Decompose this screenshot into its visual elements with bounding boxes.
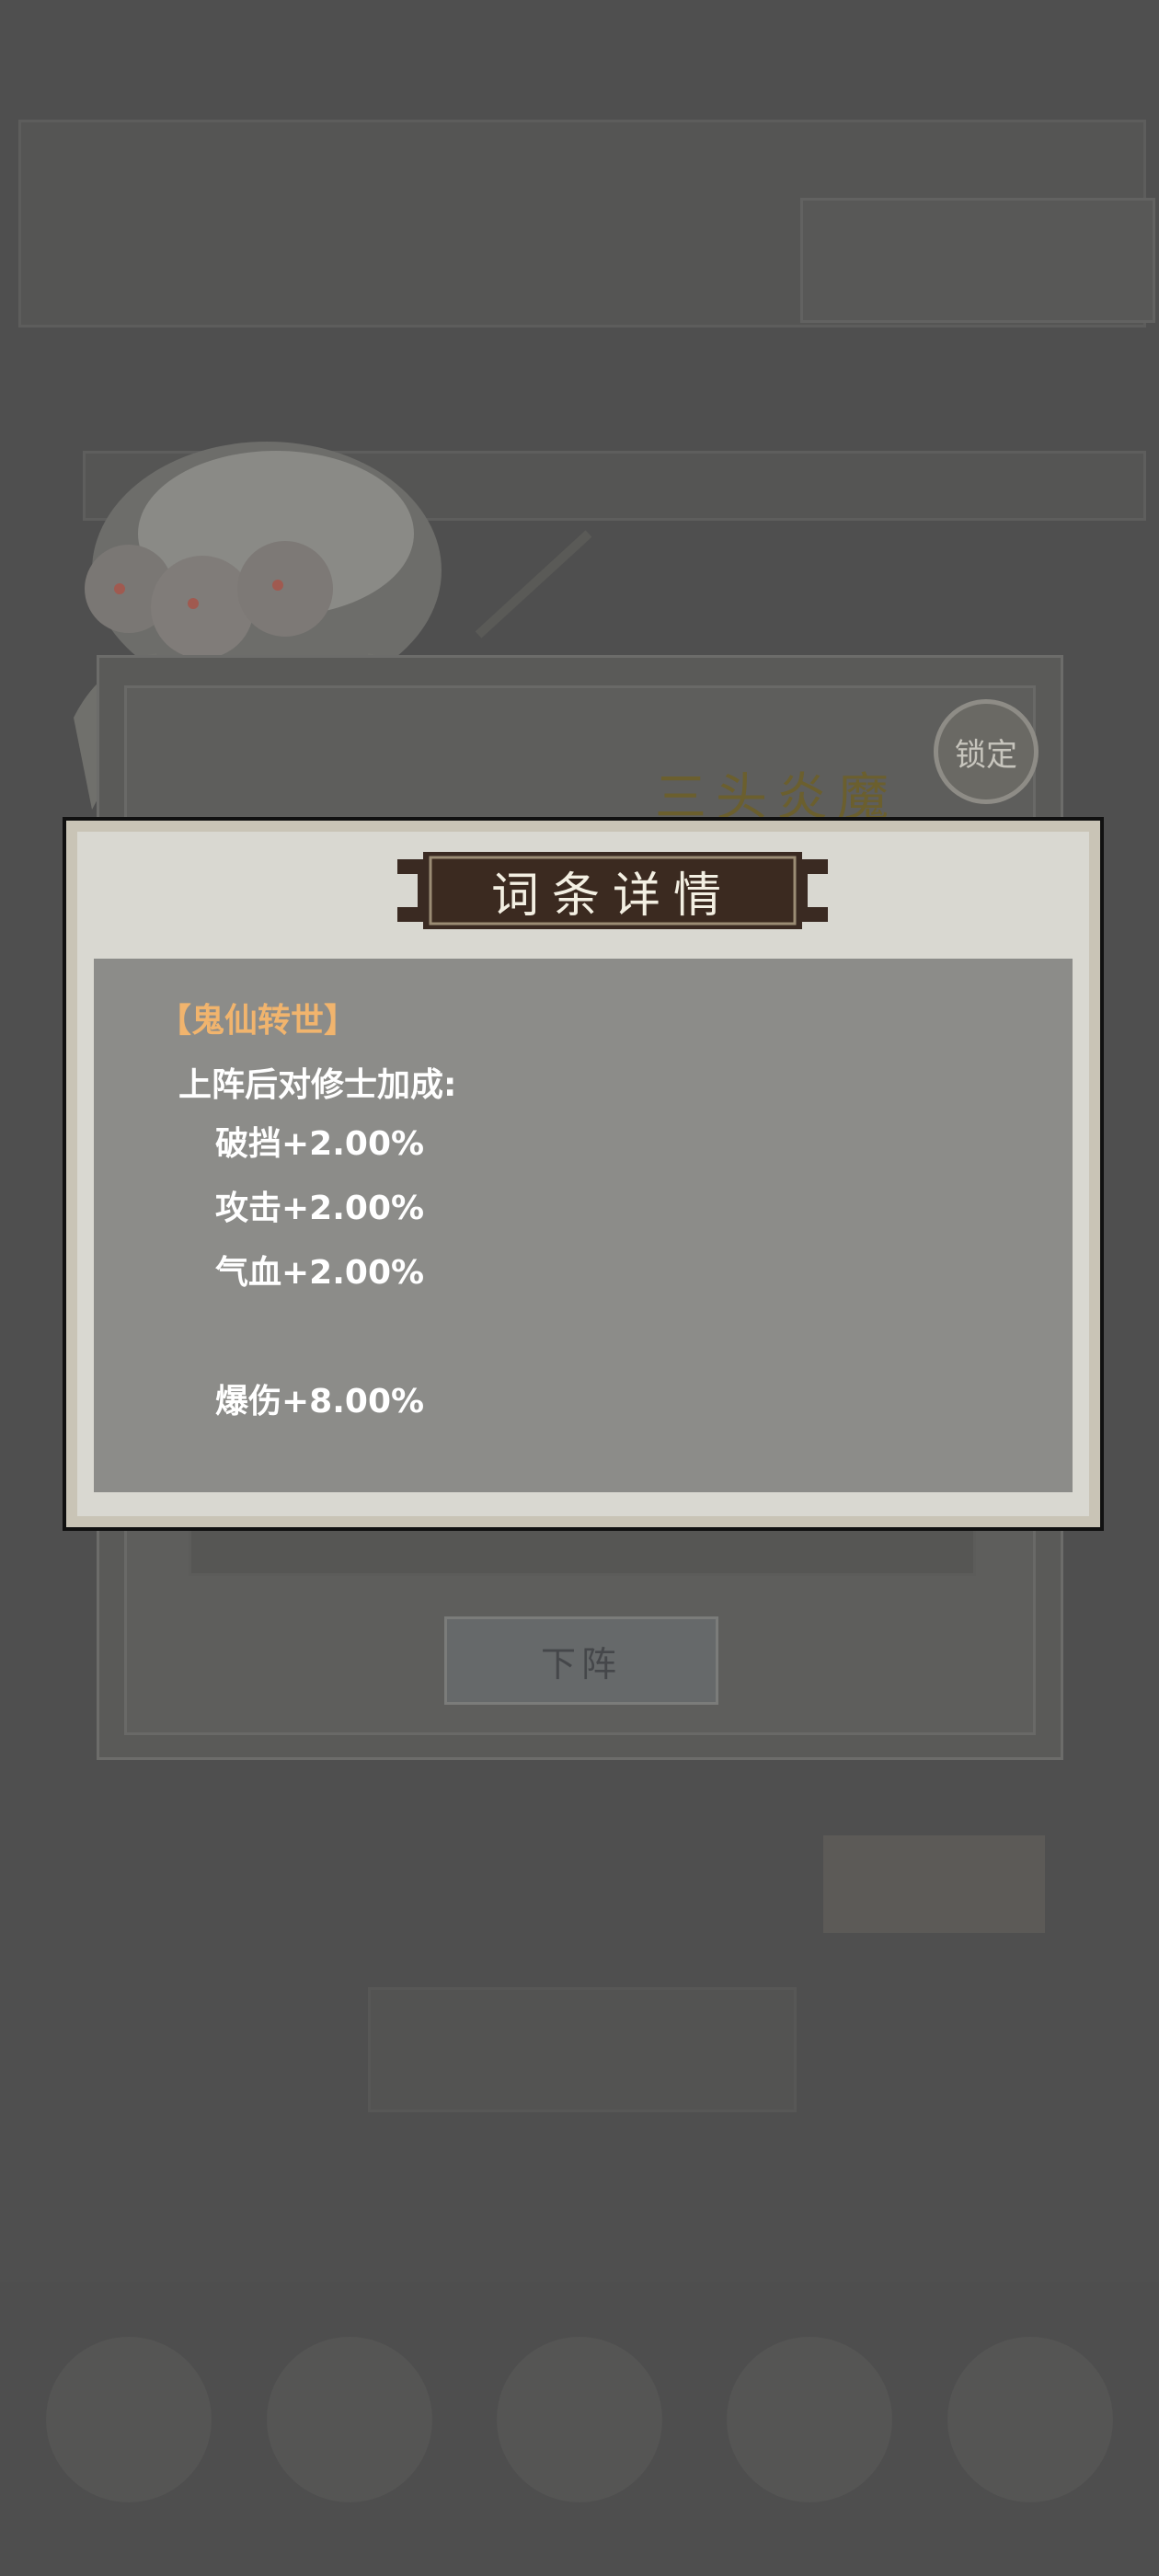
top-right-panel [800,198,1155,323]
dismiss-button[interactable]: 下阵 [444,1616,718,1705]
lower-side-button [823,1835,1045,1933]
stat-line: 爆伤+8.00% [215,1383,425,1420]
stat-line: 破挡+2.00% [215,1125,425,1163]
stat-line: 攻击+2.00% [215,1190,425,1227]
lock-badge[interactable]: 锁定 [934,699,1039,804]
dialog-title: 词条详情 [490,868,734,924]
affix-intro: 上阵后对修士加成: [178,1066,457,1104]
stat-line: 气血+2.00% [215,1254,425,1292]
dialog-body: 【鬼仙转世】 上阵后对修士加成: 破挡+2.00% 攻击+2.00% 气血+2.… [94,959,1073,1492]
lower-resource-panel [368,1987,797,2112]
dialog-header-plate: 词条详情 [390,843,835,938]
affix-name: 【鬼仙转世】 [158,1002,358,1040]
bottom-navigation-bar [0,2282,1159,2576]
affix-detail-dialog: 词条详情 【鬼仙转世】 上阵后对修士加成: 破挡+2.00% 攻击+2.00% … [63,817,1104,1531]
